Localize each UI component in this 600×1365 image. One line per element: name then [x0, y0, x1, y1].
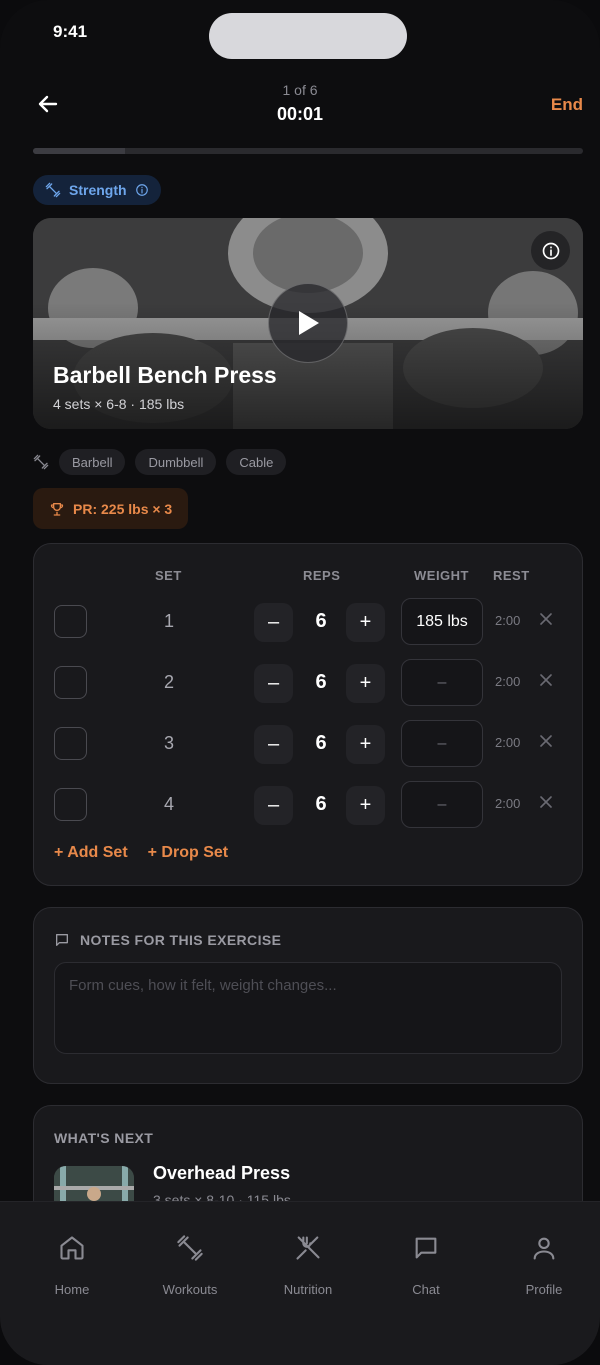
play-button[interactable] [268, 283, 348, 363]
reps-increment-button[interactable]: + [346, 664, 385, 703]
message-square-icon [56, 934, 68, 946]
exercise-subtitle: 4 sets × 6-8 · 185 lbs [53, 396, 185, 412]
exercise-progress-label: 1 of 6 [282, 82, 318, 98]
dumbbell-icon [45, 182, 61, 198]
add-set-button[interactable]: + Add Set [54, 844, 128, 862]
exercise-video-card[interactable]: Barbell Bench Press 4 sets × 6-8 · 185 l… [33, 218, 583, 429]
add-drop-set-button[interactable]: + Drop Set [148, 844, 228, 862]
reps-value: 6 [315, 732, 327, 754]
set-number: 1 [163, 611, 174, 631]
trophy-icon [50, 502, 64, 516]
whats-next-heading: WHAT'S NEXT [54, 1130, 154, 1146]
column-header-reps: REPS [303, 568, 341, 583]
rest-time[interactable]: 2:00 [495, 674, 520, 689]
close-icon [540, 796, 552, 808]
tab-label: Chat [412, 1282, 440, 1297]
set-complete-checkbox[interactable] [54, 727, 87, 760]
set-row: 1 – 6 + 2:00 [34, 597, 584, 645]
home-icon [60, 1236, 84, 1260]
remove-set-button[interactable] [536, 792, 556, 812]
exercise-title: Barbell Bench Press [53, 362, 277, 388]
weight-input[interactable] [401, 720, 483, 767]
personal-record-badge: PR: 225 lbs × 3 [33, 488, 189, 529]
rest-time[interactable]: 2:00 [495, 735, 520, 750]
utensils-icon [296, 1236, 320, 1260]
notes-textarea[interactable] [54, 962, 562, 1054]
equipment-chip: Barbell [59, 449, 126, 475]
tab-profile[interactable]: Profile [489, 1234, 599, 1297]
reps-decrement-button[interactable]: – [254, 786, 293, 825]
tab-label: Home [54, 1282, 90, 1297]
remove-set-button[interactable] [536, 609, 556, 629]
workout-progress-bar [33, 148, 583, 154]
exercise-info-button[interactable] [531, 231, 570, 270]
column-header-set: SET [155, 568, 182, 583]
equipment-chip: Cable [226, 449, 287, 475]
status-time: 9:41 [53, 22, 88, 41]
dumbbell-icon [177, 1235, 203, 1261]
reps-increment-button[interactable]: + [346, 786, 385, 825]
workout-timer: 00:01 [276, 104, 324, 124]
set-complete-checkbox[interactable] [54, 605, 87, 638]
column-header-weight: WEIGHT [414, 568, 469, 583]
personal-record-label: PR: 225 lbs × 3 [73, 500, 173, 517]
reps-value: 6 [315, 793, 327, 815]
set-row: 3 – 6 + 2:00 [34, 719, 584, 767]
equipment-chip: Dumbbell [135, 449, 217, 475]
tab-label: Nutrition [283, 1282, 333, 1297]
remove-set-button[interactable] [536, 731, 556, 751]
tab-label: Profile [525, 1282, 563, 1297]
info-icon [542, 242, 559, 259]
set-row: 4 – 6 + 2:00 [34, 780, 584, 828]
tab-label: Workouts [162, 1282, 218, 1297]
sets-card: SET REPS WEIGHT REST 1 – 6 + 2:00 2 – 6 … [33, 543, 583, 886]
reps-decrement-button[interactable]: – [254, 603, 293, 642]
weight-input[interactable] [401, 781, 483, 828]
rest-time[interactable]: 2:00 [495, 613, 520, 628]
reps-value: 6 [315, 671, 327, 693]
next-exercise-title: Overhead Press [153, 1163, 291, 1183]
close-icon [540, 735, 552, 747]
equipment-row: Barbell Dumbbell Cable [33, 449, 287, 475]
close-icon [540, 613, 552, 625]
reps-increment-button[interactable]: + [346, 725, 385, 764]
add-set-links: + Add Set + Drop Set [54, 844, 228, 862]
reps-value: 6 [315, 610, 327, 632]
close-icon [540, 674, 552, 686]
tab-nutrition[interactable]: Nutrition [253, 1234, 363, 1297]
dumbbell-icon [33, 454, 49, 470]
dynamic-island [209, 13, 407, 59]
workout-screen: 9:41 1 of 6 00:01 End Strength Barbell B… [0, 0, 600, 1365]
reps-decrement-button[interactable]: – [254, 725, 293, 764]
column-header-rest: REST [493, 568, 530, 583]
tab-workouts[interactable]: Workouts [135, 1234, 245, 1297]
user-icon [533, 1237, 555, 1260]
end-workout-button[interactable]: End [551, 95, 583, 115]
reps-decrement-button[interactable]: – [254, 664, 293, 703]
category-label: Strength [69, 182, 127, 198]
notes-header: NOTES FOR THIS EXERCISE [54, 932, 281, 948]
reps-increment-button[interactable]: + [346, 603, 385, 642]
remove-set-button[interactable] [536, 670, 556, 690]
weight-input[interactable] [401, 659, 483, 706]
tab-bar: Home Workouts Nutrition Chat Profile [0, 1201, 600, 1365]
set-number: 4 [163, 794, 174, 814]
info-icon [135, 184, 148, 196]
tab-home[interactable]: Home [17, 1234, 127, 1297]
weight-input[interactable] [401, 598, 483, 645]
set-complete-checkbox[interactable] [54, 788, 87, 821]
notes-card: NOTES FOR THIS EXERCISE [33, 907, 583, 1084]
play-icon [299, 311, 319, 335]
set-number: 2 [163, 672, 174, 692]
rest-time[interactable]: 2:00 [495, 796, 520, 811]
set-complete-checkbox[interactable] [54, 666, 87, 699]
workout-progress-fill [33, 148, 125, 154]
set-number: 3 [163, 733, 174, 753]
tab-chat[interactable]: Chat [371, 1234, 481, 1297]
chat-icon [415, 1237, 437, 1259]
category-chip[interactable]: Strength [33, 175, 161, 205]
notes-heading: NOTES FOR THIS EXERCISE [80, 932, 282, 948]
set-row: 2 – 6 + 2:00 [34, 658, 584, 706]
